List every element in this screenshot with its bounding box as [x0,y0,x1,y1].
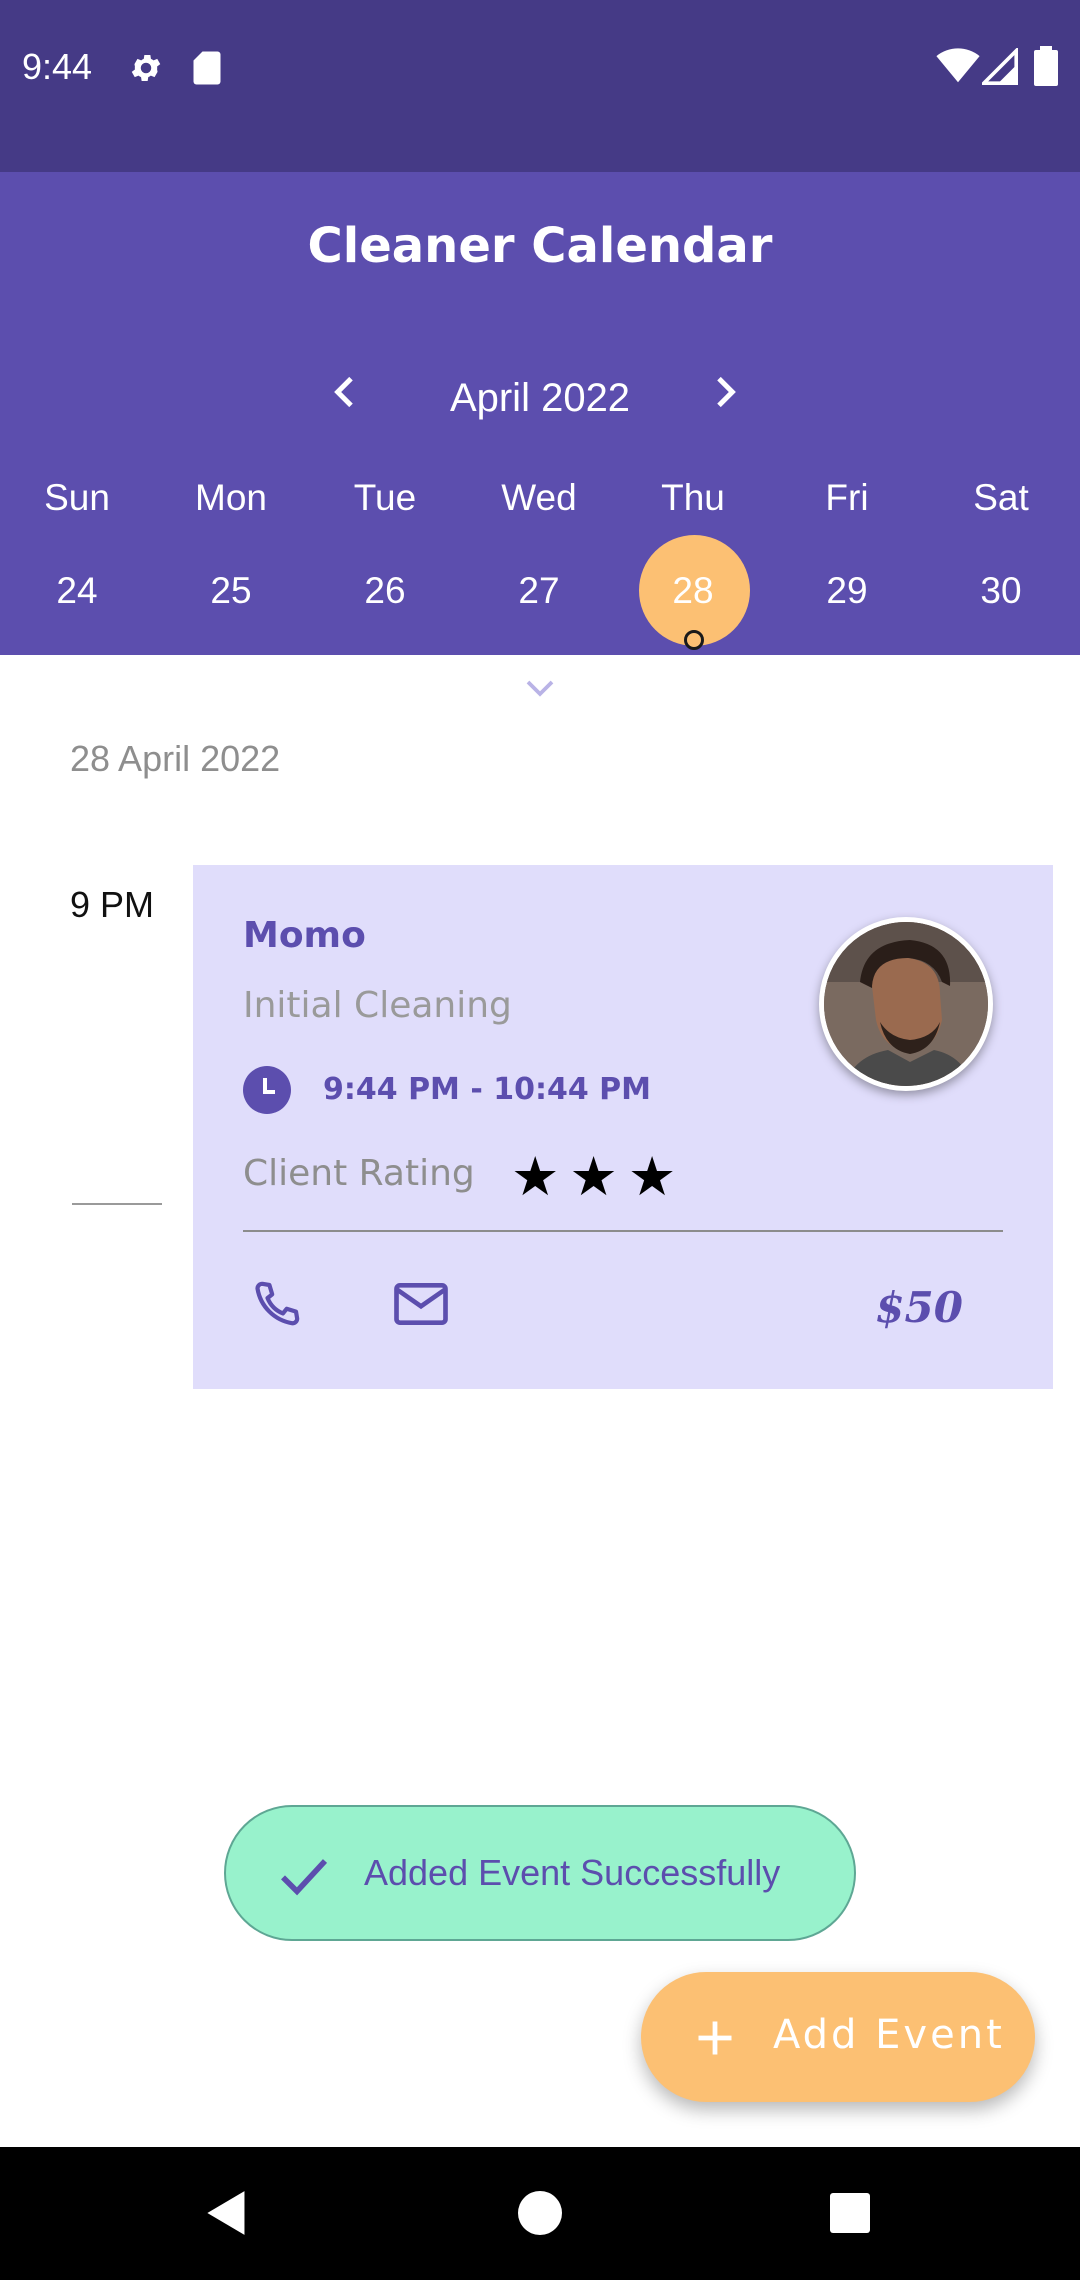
toast-message: Added Event Successfully [364,1852,781,1893]
client-rating-stars: ★★★ [511,1147,687,1207]
weekday-label: Mon [195,477,267,518]
weekday-label: Sat [973,477,1029,518]
month-label: April 2022 [449,376,631,420]
gear-icon [131,54,161,82]
event-indicator-dot [684,630,704,650]
calendar-day[interactable]: 30 [924,570,1078,612]
weekday-label: Fri [825,477,869,518]
weekday-label: Sun [44,477,110,518]
client-name: Momo [243,915,366,956]
calendar-day[interactable]: 25 [154,570,308,612]
event-card[interactable]: Momo Initial Cleaning 9:44 PM - 10:44 PM… [193,865,1053,1389]
chevron-right-icon[interactable] [704,372,744,412]
event-time-range: 9:44 PM - 10:44 PM [323,1072,652,1107]
selected-date-heading: 28 April 2022 [70,738,281,779]
add-event-button[interactable]: Add Event [641,1972,1035,2102]
client-avatar [819,917,993,1091]
battery-icon [1034,46,1058,86]
time-slot-label: 9 PM [70,884,155,925]
phone-icon[interactable] [247,1278,303,1334]
calendar-day[interactable]: 27 [462,570,616,612]
weekday-label: Tue [353,477,417,518]
weekday-label: Wed [501,477,577,518]
calendar-day-selected[interactable]: 28 [616,570,770,612]
weekday-label: Thu [661,477,725,518]
chevron-down-icon[interactable] [522,676,558,700]
plus-icon [698,2021,732,2055]
service-type: Initial Cleaning [243,985,512,1026]
event-price: $50 [875,1283,963,1332]
calendar-header: Cleaner Calendar April 2022 Sun Mon Tue … [0,172,1080,692]
time-slot-divider [72,1203,162,1205]
success-toast: Added Event Successfully [224,1805,856,1941]
calendar-day[interactable]: 26 [308,570,462,612]
recents-icon[interactable] [830,2193,870,2233]
sd-card-icon [193,51,221,85]
status-time: 9:44 [22,46,93,87]
status-bar: 9:44 [0,0,1080,172]
system-nav-bar [0,2147,1080,2280]
client-rating-label: Client Rating [243,1153,475,1194]
app-title: Cleaner Calendar [307,218,773,274]
wifi-icon [936,48,980,83]
calendar-day[interactable]: 24 [0,570,154,612]
mail-icon[interactable] [393,1280,449,1328]
card-divider [243,1230,1003,1232]
calendar-day[interactable]: 29 [770,570,924,612]
back-icon[interactable] [204,2189,250,2237]
signal-icon [982,48,1018,85]
chevron-left-icon[interactable] [326,372,366,412]
check-icon [281,1859,328,1896]
home-icon[interactable] [518,2191,562,2235]
add-event-label: Add Event [773,2012,1005,2058]
clock-icon [243,1066,291,1114]
